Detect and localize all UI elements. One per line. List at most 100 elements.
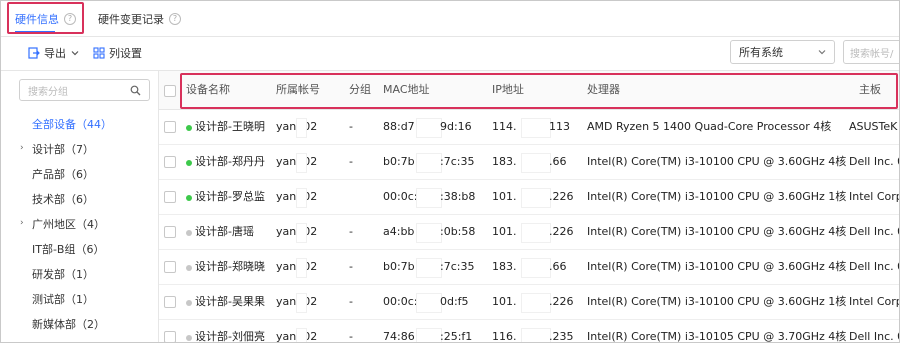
sidebar-group-item[interactable]: ›IT部-A组（6） xyxy=(1,338,157,342)
row-checkbox[interactable] xyxy=(164,191,176,203)
row-checkbox[interactable] xyxy=(164,296,176,308)
tab-hardware-changes-label: 硬件变更记录 xyxy=(98,12,164,26)
export-icon xyxy=(28,47,40,59)
cpu-cell: Intel(R) Core(TM) i3-10100 CPU @ 3.60GHz… xyxy=(587,190,847,203)
table-row[interactable]: 设计部-刘佃亮yan002-74:86:25:f1116..235Intel(R… xyxy=(159,320,899,343)
row-checkbox[interactable] xyxy=(164,226,176,238)
search-icon[interactable] xyxy=(130,85,141,96)
sidebar-group-item[interactable]: 研发部（1） xyxy=(1,263,157,285)
column-settings-label: 列设置 xyxy=(109,47,142,60)
mac-cell-suffix: :7c:35 xyxy=(440,155,475,168)
online-status-dot xyxy=(186,160,192,166)
select-all-checkbox[interactable] xyxy=(164,85,176,97)
sidebar-group-item[interactable]: 新媒体部（2） xyxy=(1,313,157,335)
offline-status-dot xyxy=(186,230,192,236)
device-name-cell[interactable]: 设计部-郑丹丹 xyxy=(195,145,265,179)
ip-cell-suffix: 113 xyxy=(549,120,570,133)
redaction-mask xyxy=(521,223,551,243)
sidebar-group-item[interactable]: 产品部（6） xyxy=(1,163,157,185)
column-header-account[interactable]: 所属帐号 xyxy=(276,71,320,109)
redaction-mask xyxy=(296,153,307,173)
column-header-board[interactable]: 主板 xyxy=(859,71,881,109)
redaction-mask xyxy=(296,328,307,342)
mac-cell-prefix: 74:86 xyxy=(383,330,415,343)
column-header-ip[interactable]: IP地址 xyxy=(492,71,524,109)
sidebar-group-item[interactable]: › 设计部（7） xyxy=(1,138,157,160)
online-status-dot xyxy=(186,195,192,201)
device-name-cell[interactable]: 设计部-吴果果 xyxy=(195,285,265,319)
column-header-device-name[interactable]: 设备名称 xyxy=(186,71,230,109)
cpu-cell: AMD Ryzen 5 1400 Quad-Core Processor 4核 xyxy=(587,120,832,133)
cpu-cell: Intel(R) Core(TM) i3-10100 CPU @ 3.60GHz… xyxy=(587,155,847,168)
redaction-mask xyxy=(296,188,307,208)
cpu-cell: Intel(R) Core(TM) i3-10105 CPU @ 3.70GHz… xyxy=(587,330,847,343)
redaction-mask xyxy=(416,328,442,342)
redaction-mask xyxy=(296,258,307,278)
tab-hardware-info[interactable]: 硬件信息 ? xyxy=(7,1,79,36)
help-icon[interactable]: ? xyxy=(64,12,76,25)
table-row[interactable]: 设计部-郑丹丹yan002-b0:7b:7c:35183..66Intel(R)… xyxy=(159,145,899,180)
mainboard-cell: Intel Corp xyxy=(849,295,899,308)
mac-cell-prefix: 00:0c: xyxy=(383,295,418,308)
group-cell: - xyxy=(349,260,353,273)
offline-status-dot xyxy=(186,300,192,306)
row-checkbox[interactable] xyxy=(164,121,176,133)
ip-cell-suffix: .226 xyxy=(549,225,574,238)
system-select[interactable]: 所有系统 xyxy=(730,40,835,64)
column-header-group[interactable]: 分组 xyxy=(349,71,371,109)
online-status-dot xyxy=(186,125,192,131)
row-checkbox[interactable] xyxy=(164,261,176,273)
sidebar-group-item[interactable]: 技术部（6） xyxy=(1,188,157,210)
mac-cell-prefix: 88:d7 xyxy=(383,120,415,133)
sidebar-group-label: 新媒体部（2） xyxy=(32,318,105,331)
account-search-input[interactable]: 搜索帐号/ xyxy=(843,40,899,64)
chevron-down-icon xyxy=(71,51,79,56)
row-checkbox[interactable] xyxy=(164,156,176,168)
group-cell: - xyxy=(349,225,353,238)
sidebar-group-item[interactable]: 全部设备（44） xyxy=(1,113,157,135)
sidebar-group-item[interactable]: › 广州地区（4） xyxy=(1,213,157,235)
table-row[interactable]: 设计部-唐瑶yan002-a4:bb:0b:58101..226Intel(R)… xyxy=(159,215,899,250)
mac-cell-suffix: 9d:16 xyxy=(440,120,472,133)
table-row[interactable]: 设计部-罗总监yan00200:0c::38:b8101..226Intel(R… xyxy=(159,180,899,215)
sidebar-group-item[interactable]: 测试部（1） xyxy=(1,288,157,310)
mainboard-cell: Dell Inc. 0 xyxy=(849,155,899,168)
ip-cell-suffix: .66 xyxy=(549,260,567,273)
group-search-input[interactable]: 搜索分组 xyxy=(19,79,150,101)
redaction-mask xyxy=(296,223,307,243)
tab-hardware-changes[interactable]: 硬件变更记录 ? xyxy=(98,1,181,36)
redaction-mask xyxy=(416,153,442,173)
group-sidebar: 搜索分组 全部设备（44） › 设计部（7） 产品部（6） 技术部（6） › 广州地区（4）… xyxy=(1,70,159,342)
device-name-cell[interactable]: 设计部-唐瑶 xyxy=(195,215,254,249)
device-name-cell[interactable]: 设计部-郑晓晓 xyxy=(195,250,265,284)
sidebar-group-label: 产品部（6） xyxy=(32,168,94,181)
mainboard-cell: Dell Inc. 0 xyxy=(849,225,899,238)
help-icon[interactable]: ? xyxy=(169,12,181,25)
chevron-right-icon[interactable]: › xyxy=(20,143,24,153)
ip-cell-suffix: .226 xyxy=(549,190,574,203)
ip-cell-suffix: .235 xyxy=(549,330,574,343)
row-checkbox[interactable] xyxy=(164,331,176,342)
column-header-cpu[interactable]: 处理器 xyxy=(587,71,620,109)
mac-cell-prefix: a4:bb xyxy=(383,225,415,238)
tab-hardware-info-label: 硬件信息 xyxy=(15,12,59,26)
mac-cell-suffix: 0d:f5 xyxy=(440,295,469,308)
mac-cell-suffix: :25:f1 xyxy=(440,330,473,343)
group-cell: - xyxy=(349,155,353,168)
ip-cell-prefix: 116. xyxy=(492,330,517,343)
table-row[interactable]: 设计部-王晓明yan002-88:d79d:16114.113AMD Ryzen… xyxy=(159,110,899,145)
redaction-mask xyxy=(296,293,307,313)
sidebar-group-item[interactable]: IT部-B组（6） xyxy=(1,238,157,260)
device-name-cell[interactable]: 设计部-刘佃亮 xyxy=(195,320,265,342)
export-button[interactable]: 导出 xyxy=(28,42,84,64)
column-settings-button[interactable]: 列设置 xyxy=(93,42,142,64)
sidebar-group-label: 研发部（1） xyxy=(32,268,94,281)
table-row[interactable]: 设计部-郑晓晓yan002-b0:7b:7c:35183..66Intel(R)… xyxy=(159,250,899,285)
device-name-cell[interactable]: 设计部-王晓明 xyxy=(195,110,265,144)
device-name-cell[interactable]: 设计部-罗总监 xyxy=(195,180,265,214)
tab-bar: 硬件信息 ? 硬件变更记录 ? xyxy=(1,1,899,37)
column-header-mac[interactable]: MAC地址 xyxy=(383,71,430,109)
sidebar-group-label: 全部设备（44） xyxy=(32,118,112,131)
chevron-right-icon[interactable]: › xyxy=(20,218,24,228)
table-row[interactable]: 设计部-吴果果yan002-00:0c:0d:f5101..226Intel(R… xyxy=(159,285,899,320)
